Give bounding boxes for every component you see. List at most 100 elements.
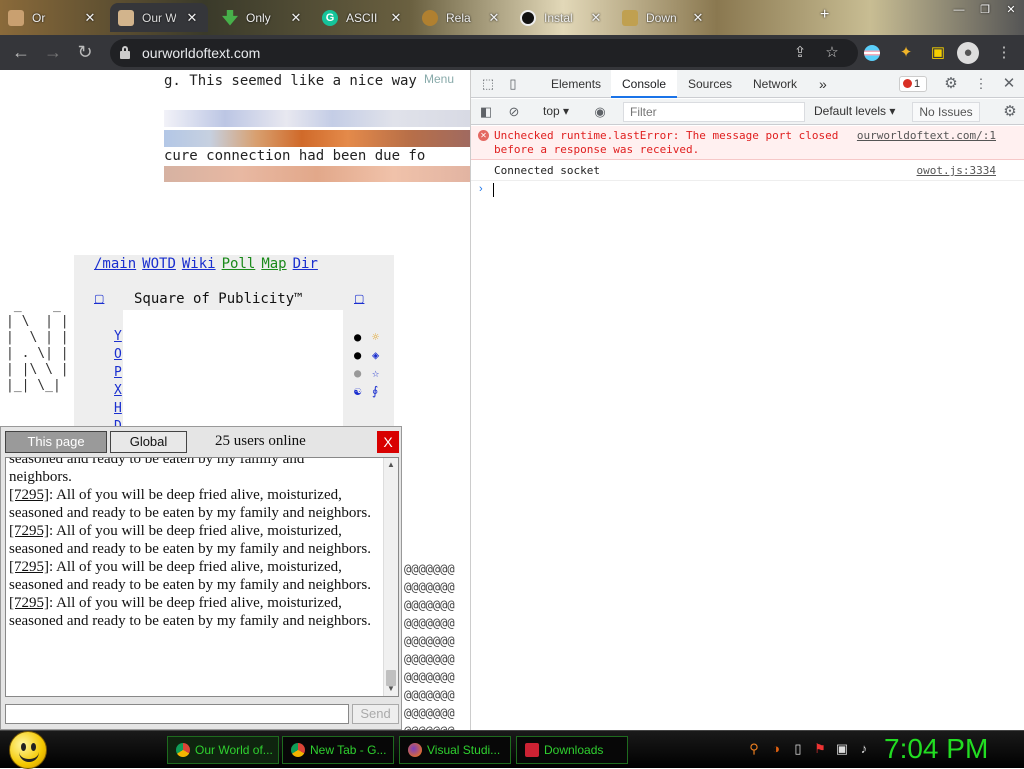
live-expression-eye-icon[interactable]: ◉ [591, 103, 609, 121]
letter-link[interactable]: X [114, 382, 122, 400]
new-tab-plus-icon[interactable]: + [820, 6, 829, 24]
chat-close-button[interactable]: X [377, 431, 399, 453]
search-icon[interactable]: ⚲ [746, 741, 762, 757]
console-settings-gear-icon[interactable]: ⚙ [1001, 103, 1019, 121]
devtools-tab-sources[interactable]: Sources [688, 70, 732, 98]
menu-kebab-icon[interactable]: ⋮ [973, 76, 989, 92]
document-icon[interactable]: ▯ [790, 741, 806, 757]
letter-link[interactable]: O [114, 346, 122, 364]
close-icon[interactable]: ✕ [690, 10, 706, 26]
log-levels-select[interactable]: Default levels ▾ [814, 104, 895, 118]
back-arrow-icon[interactable]: ← [8, 40, 34, 66]
sun-icon[interactable]: ☼ [372, 328, 379, 346]
filter-input[interactable] [630, 105, 800, 119]
power-icon[interactable]: ◑ [768, 741, 784, 757]
devtools-tab-console[interactable]: Console [611, 70, 678, 98]
forward-arrow-icon[interactable]: → [40, 40, 66, 66]
chat-scrollbar[interactable]: ▲ ▼ [383, 458, 398, 696]
maximize-icon[interactable]: ❐ [972, 0, 998, 20]
link-main[interactable]: /main [94, 256, 136, 272]
devtools-tab-network[interactable]: Network [753, 70, 797, 98]
volume-icon[interactable]: ♪ [856, 741, 872, 757]
share-icon[interactable]: ⇪ [788, 41, 812, 65]
console-source-link[interactable]: ourworldoftext.com/:1 [857, 129, 996, 142]
close-icon[interactable]: ✕ [184, 10, 200, 26]
letter-link[interactable]: P [114, 364, 122, 382]
extensions-puzzle-icon[interactable]: ✦ [894, 41, 918, 65]
devtools-tab-elements[interactable]: Elements [551, 70, 601, 98]
browser-tab[interactable]: G ASCII ✕ [314, 3, 412, 32]
clock[interactable]: 7:04 PM [884, 733, 988, 765]
link-wotd[interactable]: WOTD [142, 256, 176, 272]
chat-user-id[interactable]: [7295] [9, 523, 49, 539]
publicity-box-icon[interactable]: ▢ [354, 292, 364, 305]
console-input[interactable] [493, 183, 494, 197]
device-toolbar-icon[interactable]: ▯ [505, 76, 521, 92]
taskbar-item[interactable]: Visual Studi... [399, 736, 511, 764]
close-icon[interactable]: ✕ [486, 10, 502, 26]
browser-tab[interactable]: Only ✕ [214, 3, 312, 32]
sidebar-toggle-icon[interactable]: ◧ [477, 103, 495, 121]
taskbar-item[interactable]: New Tab - G... [282, 736, 394, 764]
browser-tab[interactable]: Down ✕ [614, 3, 714, 32]
dot-icon[interactable]: ● [354, 364, 361, 382]
chat-input[interactable] [5, 704, 349, 724]
extension-flag-icon[interactable] [864, 45, 880, 61]
settings-gear-icon[interactable]: ⚙ [943, 76, 959, 92]
chat-send-button[interactable]: Send [352, 704, 399, 724]
context-select[interactable]: top ▾ [543, 104, 569, 118]
clear-console-icon[interactable]: ⊘ [505, 103, 523, 121]
scroll-down-arrow-icon[interactable]: ▼ [384, 682, 398, 696]
publicity-box-icon[interactable]: ▢ [94, 292, 104, 305]
star-icon[interactable]: ☆ [372, 364, 379, 382]
browser-tab[interactable]: Instal ✕ [512, 3, 612, 32]
scroll-up-arrow-icon[interactable]: ▲ [384, 458, 398, 472]
close-window-icon[interactable]: ✕ [998, 0, 1024, 20]
network-icon[interactable]: ▣ [834, 741, 850, 757]
address-bar[interactable]: ourworldoftext.com ⇪ ☆ [110, 39, 858, 67]
close-icon[interactable]: ✕ [82, 10, 98, 26]
chat-log[interactable]: seasoned and ready to be eaten by my fam… [5, 457, 399, 697]
browser-tab[interactable]: Or ✕ [0, 3, 106, 32]
owot-menu-button[interactable]: Menu [424, 72, 454, 86]
dot-icon[interactable]: ● [354, 346, 361, 364]
taskbar-item[interactable]: Our World of... [167, 736, 279, 764]
menu-kebab-icon[interactable]: ⋮ [992, 41, 1016, 65]
diamond-icon[interactable]: ◈ [372, 346, 379, 364]
chat-user-id[interactable]: [7295] [9, 595, 49, 611]
filter-field[interactable] [623, 102, 805, 122]
close-icon[interactable]: ✕ [388, 10, 404, 26]
flag-icon[interactable]: ⚑ [812, 741, 828, 757]
link-map[interactable]: Map [261, 256, 286, 272]
issues-button[interactable]: No Issues [912, 102, 980, 122]
close-icon[interactable]: ✕ [588, 10, 604, 26]
start-smiley-icon[interactable] [9, 731, 47, 769]
browser-tab-active[interactable]: Our W ✕ [110, 3, 208, 32]
link-wiki[interactable]: Wiki [182, 256, 216, 272]
bookmark-star-icon[interactable]: ☆ [820, 41, 844, 65]
taskbar-item[interactable]: Downloads [516, 736, 628, 764]
reload-icon[interactable]: ↻ [72, 40, 98, 66]
lock-icon[interactable] [120, 46, 130, 59]
error-count-badge[interactable]: 1 [899, 76, 927, 92]
console-source-link[interactable]: owot.js:3334 [917, 164, 996, 177]
link-dir[interactable]: Dir [293, 256, 318, 272]
more-tabs-chevron-icon[interactable]: » [819, 70, 827, 98]
letter-link[interactable]: H [114, 400, 122, 418]
inspect-element-icon[interactable]: ⬚ [480, 76, 496, 92]
chat-user-id[interactable]: [7295] [9, 487, 49, 503]
chat-user-id[interactable]: [7295] [9, 559, 49, 575]
chat-tab-this-page[interactable]: This page [5, 431, 107, 453]
minimize-icon[interactable]: — [946, 0, 972, 20]
close-devtools-icon[interactable]: ✕ [1001, 76, 1017, 92]
chat-tab-global[interactable]: Global [110, 431, 187, 453]
link-poll[interactable]: Poll [222, 256, 256, 272]
integral-icon[interactable]: ∮ [372, 382, 379, 400]
letter-link[interactable]: Y [114, 328, 122, 346]
yin-yang-icon[interactable]: ☯ [354, 382, 361, 400]
sidebar-panel-icon[interactable]: ▣ [926, 41, 950, 65]
close-icon[interactable]: ✕ [288, 10, 304, 26]
browser-tab[interactable]: Rela ✕ [414, 3, 510, 32]
profile-avatar-icon[interactable]: ● [957, 42, 979, 64]
dot-icon[interactable]: ● [354, 328, 361, 346]
